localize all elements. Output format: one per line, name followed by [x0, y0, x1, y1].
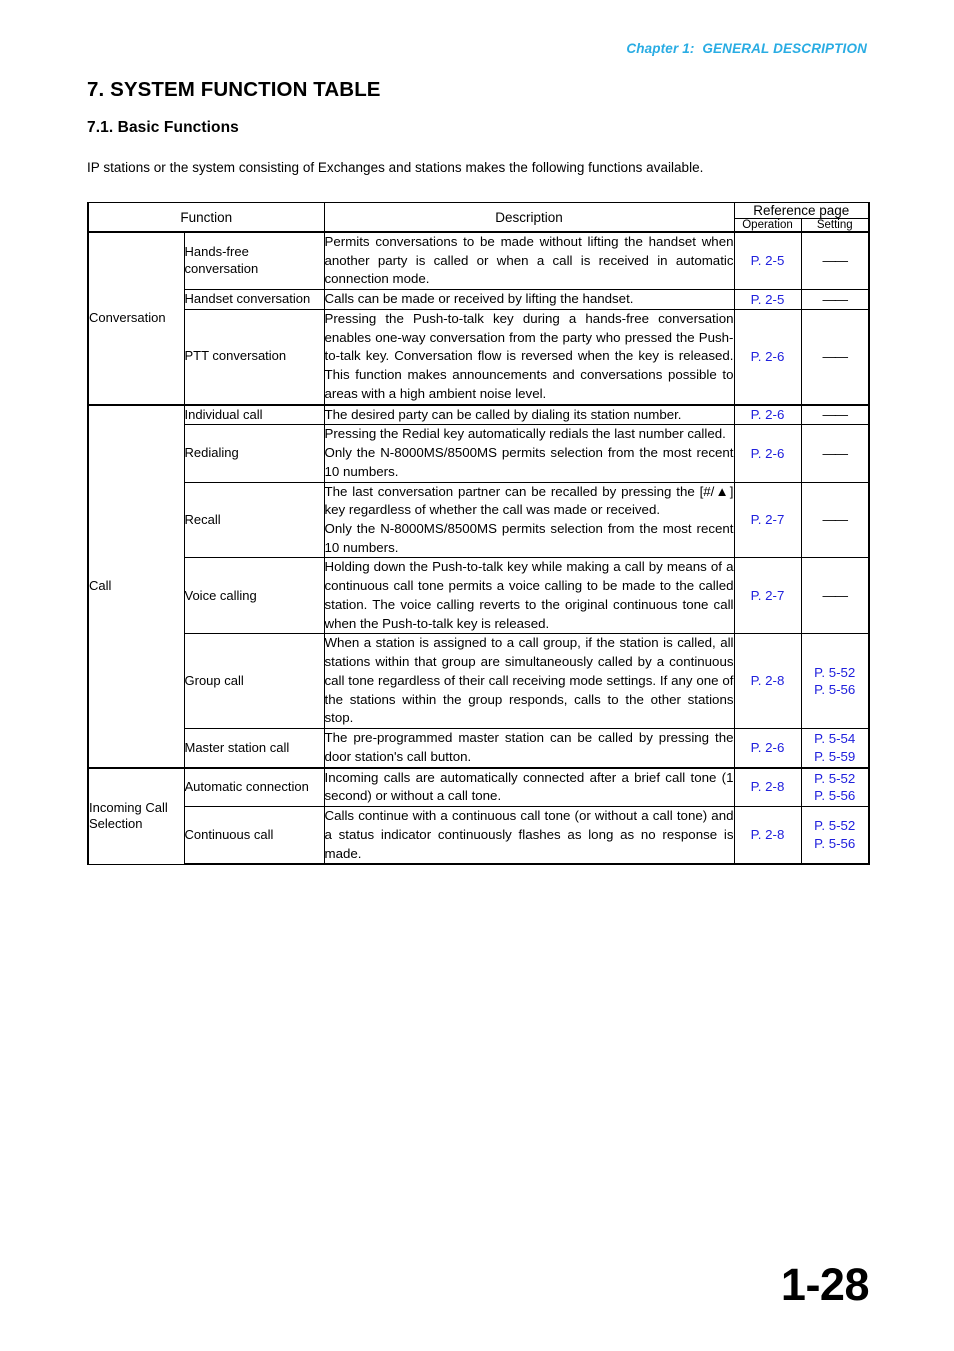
function-description-cell: Holding down the Push-to-talk key while … [323, 557, 735, 635]
function-description-cell: Calls continue with a continuous call to… [323, 806, 735, 866]
reference-setting-cell: —— [800, 231, 871, 291]
system-function-table: Function Description Reference page Oper… [87, 202, 871, 866]
function-description-cell: The pre-programmed master station can be… [323, 728, 735, 769]
reference-operation-cell[interactable]: P. 2-5 [733, 289, 802, 310]
table-row: Recall The last conversation partner can … [88, 481, 871, 559]
reference-setting-cell: —— [800, 289, 871, 310]
header-description: Description [323, 202, 735, 233]
function-description-cell: Permits conversations to be made without… [323, 231, 735, 291]
function-description-cell: Pressing the Push-to-talk key during a h… [323, 308, 735, 406]
reference-operation-cell[interactable]: P. 2-8 [733, 806, 802, 866]
reference-setting-cell: —— [800, 424, 871, 483]
header-reference-page: Reference page [733, 202, 871, 219]
reference-operation-cell[interactable]: P. 2-6 [733, 308, 802, 406]
table-row: Redialing Pressing the Redial key automat… [88, 424, 871, 483]
header-operation: Operation [733, 218, 802, 233]
function-name-cell: Redialing [183, 424, 325, 483]
header-setting: Setting [800, 218, 871, 233]
table-row: Conversation Hands-free conversation Permi… [87, 231, 871, 406]
reference-operation-cell[interactable]: P. 2-7 [733, 481, 802, 559]
function-name-cell: Hands-free conversation [183, 231, 325, 291]
reference-operation-cell[interactable]: P. 2-8 [733, 766, 802, 808]
reference-setting-cell[interactable]: P. 5-52 P. 5-56 [800, 633, 871, 730]
reference-setting-cell: —— [800, 308, 871, 406]
table-row: Handset conversation Calls can be made or… [88, 289, 871, 310]
reference-setting-cell: —— [800, 481, 871, 559]
reference-operation-cell[interactable]: P. 2-7 [733, 557, 802, 635]
function-name-cell: Individual call [183, 403, 325, 426]
function-description-cell: Pressing the Redial key automatically re… [323, 424, 735, 483]
table-body: Conversation Hands-free conversation Permi… [87, 231, 871, 866]
function-name-cell: Handset conversation [183, 289, 325, 310]
table-row: Master station call The pre-programmed ma… [88, 728, 871, 769]
reference-operation-cell[interactable]: P. 2-6 [733, 403, 802, 426]
function-category-cell: Conversation [87, 231, 185, 406]
table-row: Continuous call Calls continue with a con… [88, 806, 871, 866]
reference-setting-cell: —— [800, 557, 871, 635]
function-category-cell: Call [87, 403, 185, 769]
table-header-row-1: Function Description Reference page [87, 202, 871, 233]
reference-setting-cell[interactable]: P. 5-54 P. 5-59 [800, 728, 871, 769]
function-description-cell: Calls can be made or received by lifting… [323, 289, 735, 310]
table-row: PTT conversation Pressing the Push-to-tal… [88, 308, 871, 406]
reference-operation-cell[interactable]: P. 2-6 [733, 424, 802, 483]
header-function: Function [87, 202, 325, 233]
chapter-running-header: Chapter 1: GENERAL DESCRIPTION [626, 41, 867, 56]
table-row: Incoming Call Selection Automatic connect… [87, 766, 871, 865]
document-page: Chapter 1: GENERAL DESCRIPTION 7. SYSTEM… [0, 0, 954, 1351]
reference-operation-cell[interactable]: P. 2-8 [733, 633, 802, 730]
function-name-cell: Voice calling [183, 557, 325, 635]
reference-operation-cell[interactable]: P. 2-6 [733, 728, 802, 769]
reference-setting-cell[interactable]: P. 5-52 P. 5-56 [800, 766, 871, 808]
function-category-cell: Incoming Call Selection [87, 766, 185, 865]
intro-paragraph: IP stations or the system consisting of … [87, 160, 704, 175]
page-number: 1-28 [780, 1259, 870, 1310]
function-name-cell: Continuous call [183, 806, 325, 866]
reference-setting-cell: —— [800, 403, 871, 426]
function-description-cell: The desired party can be called by diali… [323, 403, 735, 426]
table-row: Voice calling Holding down the Push-to-ta… [88, 557, 871, 635]
function-name-cell: Automatic connection [183, 766, 325, 808]
function-name-cell: Recall [183, 481, 325, 559]
function-description-cell: Incoming calls are automatically connect… [323, 766, 735, 808]
table-row: Call Individual call The desired party can… [87, 403, 871, 769]
table-row: Group call When a station is assigned to … [88, 633, 871, 730]
function-name-cell: Group call [183, 633, 325, 730]
reference-operation-cell[interactable]: P. 2-5 [733, 231, 802, 291]
function-name-cell: Master station call [183, 728, 325, 769]
function-description-cell: When a station is assigned to a call gro… [323, 633, 735, 730]
function-name-cell: PTT conversation [183, 308, 325, 406]
subsection-title: 7.1. Basic Functions [87, 119, 239, 136]
page-title: 7. SYSTEM FUNCTION TABLE [87, 78, 381, 101]
function-description-cell: The last conversation partner can be rec… [323, 481, 735, 559]
reference-setting-cell[interactable]: P. 5-52 P. 5-56 [800, 806, 871, 866]
